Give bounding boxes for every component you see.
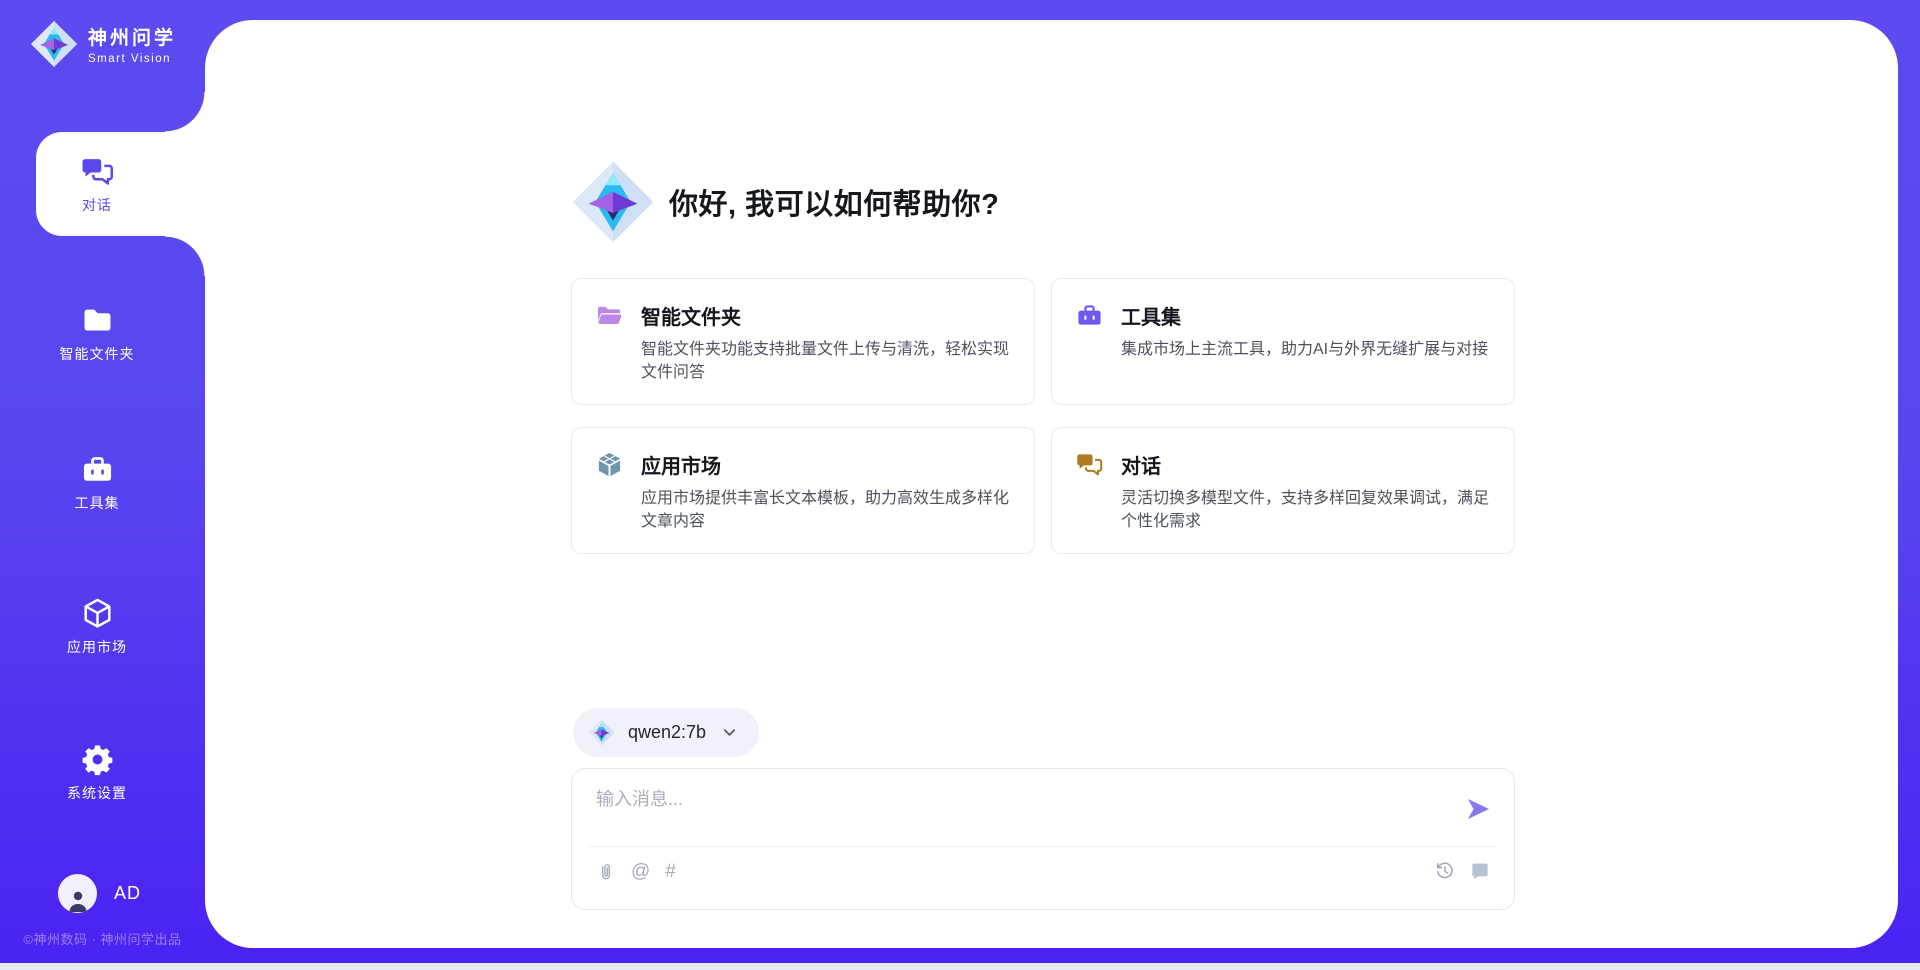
- card-description: 智能文件夹功能支持批量文件上传与清洗，轻松实现文件问答: [641, 339, 1010, 384]
- model-name: qwen2:7b: [628, 722, 706, 743]
- brand-name-en: Smart Vision: [88, 53, 176, 65]
- user-account[interactable]: AD: [58, 874, 141, 913]
- attachment-icon[interactable]: [596, 862, 616, 882]
- send-icon[interactable]: [1467, 798, 1490, 820]
- sidebar-footer-credit: ©神州数码 · 神州问学出品: [0, 929, 205, 948]
- sidebar-item-label: 智能文件夹: [60, 344, 135, 364]
- card-chat[interactable]: 对话 灵活切换多模型文件，支持多样回复效果调试，满足个性化需求: [1051, 427, 1515, 554]
- sidebar-item-smart-folder[interactable]: 智能文件夹: [27, 304, 167, 364]
- active-nav-fillet-top: [165, 92, 205, 132]
- brand-name-zh: 神州问学: [88, 23, 176, 50]
- message-input[interactable]: [596, 785, 1436, 841]
- card-toolset[interactable]: 工具集 集成市场上主流工具，助力AI与外界无缝扩展与对接: [1051, 278, 1515, 405]
- card-description: 应用市场提供丰富长文本模板，助力高效生成多样化文章内容: [641, 488, 1010, 533]
- sidebar-item-toolset[interactable]: 工具集: [27, 453, 167, 513]
- app-logo: 神州问学 Smart Vision: [30, 20, 176, 68]
- chevron-down-icon: [722, 725, 737, 740]
- mention-icon[interactable]: @: [631, 861, 650, 883]
- greeting-title: 你好, 我可以如何帮助你?: [669, 181, 999, 223]
- chat-icon: [1076, 451, 1103, 478]
- history-icon[interactable]: [1435, 861, 1455, 881]
- gear-icon: [81, 743, 114, 776]
- greeting-block: 你好, 我可以如何帮助你?: [571, 160, 999, 244]
- composer-divider: [590, 846, 1496, 847]
- card-title: 应用市场: [641, 450, 721, 479]
- card-smart-folder[interactable]: 智能文件夹 智能文件夹功能支持批量文件上传与清洗，轻松实现文件问答: [571, 278, 1035, 405]
- app-cube-icon: [596, 451, 623, 478]
- person-icon: [66, 887, 90, 913]
- window-bottom-edge: [0, 963, 1920, 970]
- toolbox-icon: [1076, 302, 1103, 329]
- greeting-diamond-icon: [571, 160, 655, 244]
- sidebar-item-label: 工具集: [75, 493, 120, 513]
- feature-cards: 智能文件夹 智能文件夹功能支持批量文件上传与清洗，轻松实现文件问答 工具集 集成…: [571, 278, 1515, 554]
- sidebar-item-label: 系统设置: [67, 783, 127, 803]
- model-diamond-icon: [588, 719, 615, 746]
- message-icon[interactable]: [1470, 861, 1490, 881]
- toolbox-icon: [81, 453, 114, 486]
- active-nav-fillet-bottom: [165, 236, 205, 276]
- main-panel: 你好, 我可以如何帮助你? 智能文件夹 智能文件夹功能支持批量文件上传与清洗，轻…: [205, 20, 1898, 948]
- sidebar-item-label: 对话: [82, 195, 112, 215]
- user-name: AD: [114, 883, 141, 904]
- card-title: 对话: [1121, 450, 1161, 479]
- sidebar-item-chat[interactable]: 对话: [27, 155, 167, 215]
- cube-icon: [81, 597, 114, 630]
- card-description: 集成市场上主流工具，助力AI与外界无缝扩展与对接: [1121, 339, 1490, 362]
- brand-diamond-icon: [30, 20, 78, 68]
- card-description: 灵活切换多模型文件，支持多样回复效果调试，满足个性化需求: [1121, 488, 1490, 533]
- card-title: 工具集: [1121, 301, 1181, 330]
- sidebar-item-app-market[interactable]: 应用市场: [27, 597, 167, 657]
- folder-icon: [81, 304, 114, 337]
- card-app-market[interactable]: 应用市场 应用市场提供丰富长文本模板，助力高效生成多样化文章内容: [571, 427, 1035, 554]
- message-composer: @ #: [571, 768, 1515, 910]
- card-title: 智能文件夹: [641, 301, 741, 330]
- model-selector[interactable]: qwen2:7b: [573, 708, 759, 757]
- chat-icon: [81, 155, 114, 188]
- hashtag-icon[interactable]: #: [665, 861, 676, 883]
- avatar: [58, 874, 97, 913]
- sidebar-item-settings[interactable]: 系统设置: [27, 743, 167, 803]
- sidebar-item-label: 应用市场: [67, 637, 127, 657]
- folder-open-icon: [596, 302, 623, 329]
